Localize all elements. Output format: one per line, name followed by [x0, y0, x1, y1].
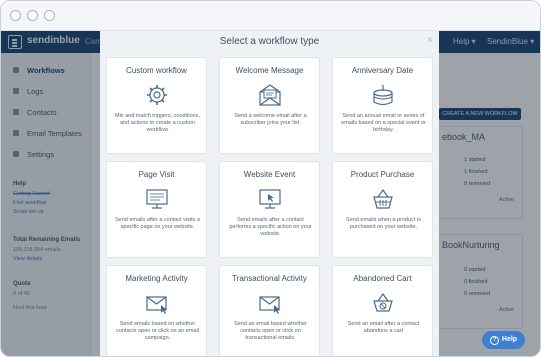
email-activity-icon — [146, 296, 167, 314]
tile-title: Marketing Activity — [125, 274, 188, 283]
tile-description: Send emails after a contact visits a spe… — [115, 217, 200, 230]
tile-product-purchase[interactable]: Product Purchase Send emails when a prod… — [332, 161, 433, 258]
tile-website-event[interactable]: Website Event Send emails after a contac… — [219, 161, 320, 258]
tile-description: Send an annual email or series of emails… — [341, 113, 426, 133]
window-control-close[interactable] — [10, 10, 21, 21]
tile-transactional-activity[interactable]: Transactional Activity Send an email bas… — [219, 265, 320, 356]
tile-title: Page Visit — [138, 170, 175, 179]
email-transaction-icon — [259, 296, 280, 314]
cursor-window-icon — [259, 189, 281, 209]
question-icon: ? — [489, 336, 499, 345]
tile-welcome-message[interactable]: Welcome Message Send a welcome email aft… — [219, 57, 320, 154]
cart-icon — [373, 292, 393, 312]
window-control-minimize[interactable] — [27, 10, 38, 21]
tile-description: Send emails after a contact performs a s… — [229, 217, 312, 237]
monitor-icon — [146, 189, 168, 209]
tile-description: Send a welcome email after a subscriber … — [234, 113, 307, 126]
tile-marketing-activity[interactable]: Marketing Activity Send emails based on … — [106, 265, 207, 356]
tile-title: Abandoned Cart — [353, 274, 412, 283]
modal-title: Select a workflow type — [219, 36, 320, 47]
gear-icon — [147, 85, 167, 105]
tile-page-visit[interactable]: Page Visit Send emails after a contact v… — [106, 161, 207, 258]
tile-custom-workflow[interactable]: Custom workflow Mix and match triggers, … — [106, 57, 207, 154]
cake-icon — [373, 85, 393, 106]
tile-description: Mix and match triggers, conditions, and … — [115, 113, 200, 133]
basket-icon — [373, 188, 393, 209]
tile-description: Send emails when a product is purchased … — [346, 217, 421, 230]
tile-title: Welcome Message — [235, 66, 304, 75]
help-button-label: Help — [501, 336, 518, 343]
close-icon[interactable]: × — [427, 35, 433, 46]
workflow-type-modal: Select a workflow type × Custom workflow… — [100, 31, 439, 356]
tile-description: Send an email based whether contacts ope… — [234, 321, 307, 341]
tile-abandoned-cart[interactable]: Abandoned Cart Send an email after a con… — [332, 265, 433, 356]
tile-title: Custom workflow — [126, 66, 187, 75]
tile-title: Anniversary Date — [351, 66, 414, 75]
envelope-open-icon — [259, 84, 281, 106]
browser-window: sendinblue Cam Help ▾ SendinBlue ▾ Workf… — [0, 0, 541, 357]
window-control-maximize[interactable] — [44, 10, 55, 21]
tile-title: Website Event — [243, 170, 296, 179]
tile-anniversary-date[interactable]: Anniversary Date Send an annual email or… — [332, 57, 433, 154]
tile-description: Send an email after a contact abandons a… — [347, 321, 420, 334]
tile-title: Transactional Activity — [232, 274, 307, 283]
tile-title: Product Purchase — [350, 170, 415, 179]
help-button[interactable]: ? Help — [482, 331, 525, 349]
window-titlebar — [1, 1, 540, 31]
tile-description: Send emails based on whether contacts op… — [116, 321, 199, 341]
